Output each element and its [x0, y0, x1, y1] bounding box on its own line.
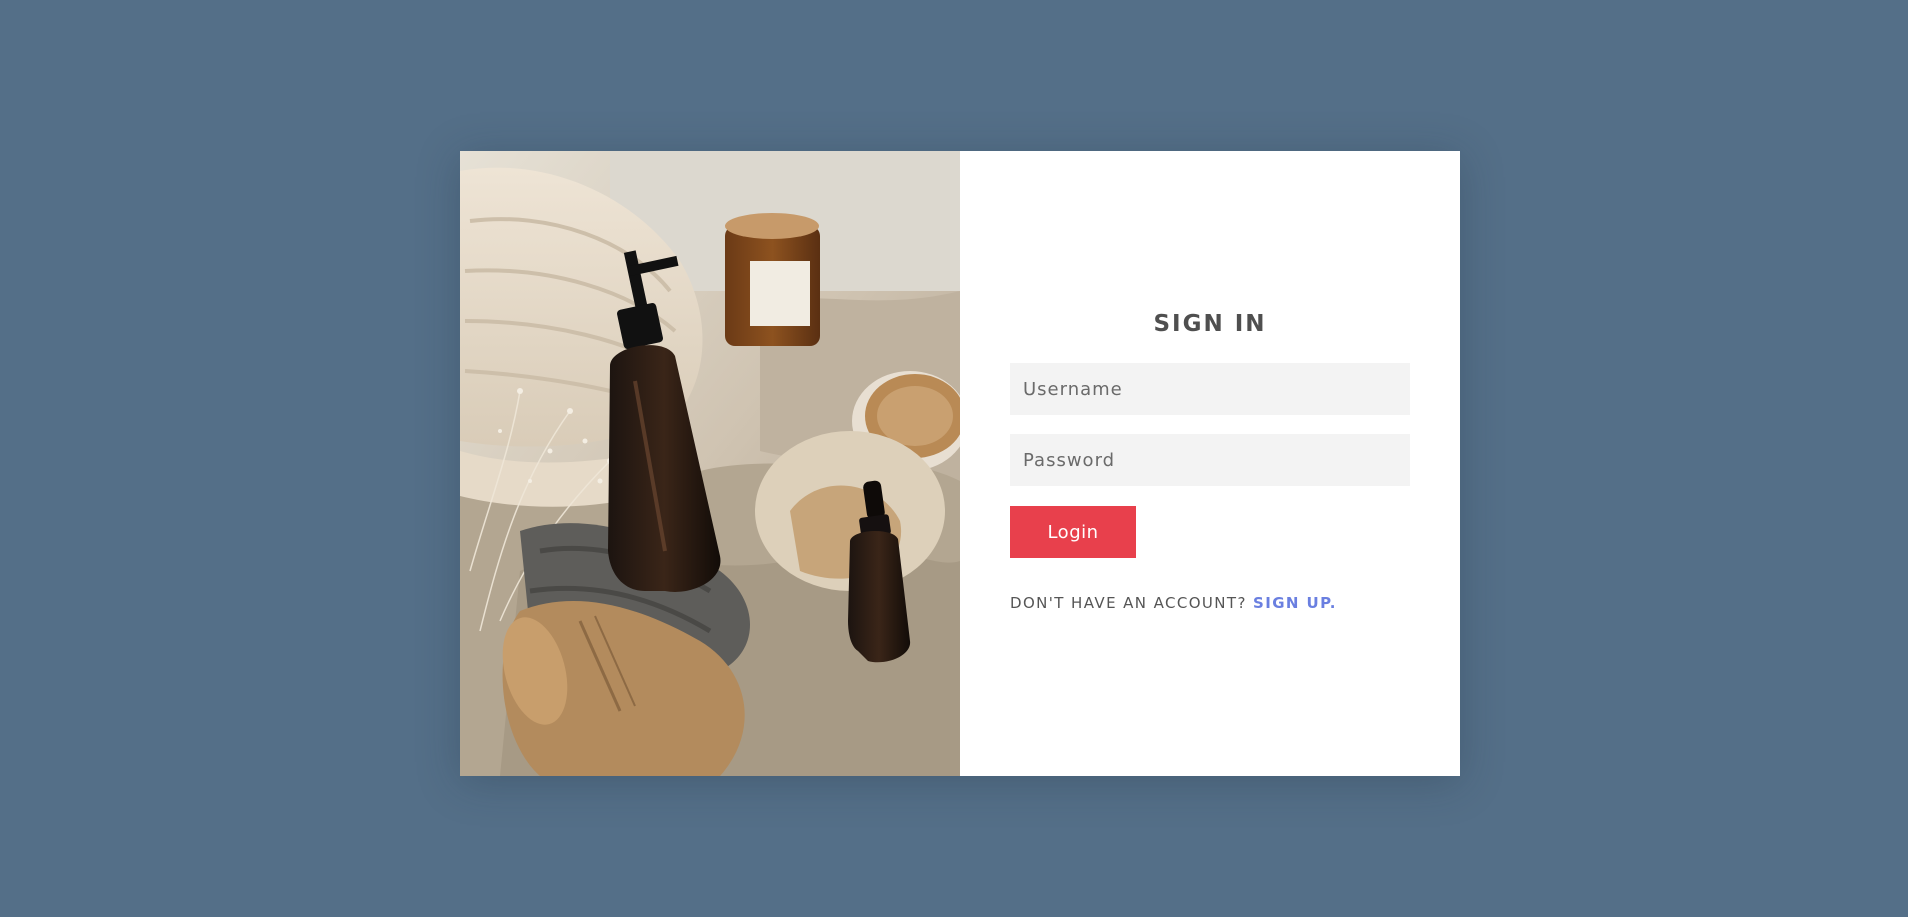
username-input[interactable] — [1010, 363, 1410, 415]
spa-products-photo — [460, 151, 960, 776]
sign-in-form: SIGN IN Login DON'T HAVE AN ACCOUNT? SIG… — [960, 151, 1460, 776]
login-card: SIGN IN Login DON'T HAVE AN ACCOUNT? SIG… — [460, 151, 1460, 776]
no-account-text: DON'T HAVE AN ACCOUNT? — [1010, 594, 1247, 612]
sign-in-title: SIGN IN — [1153, 311, 1267, 337]
login-button[interactable]: Login — [1010, 506, 1136, 558]
signup-prompt: DON'T HAVE AN ACCOUNT? SIGN UP. — [1010, 594, 1410, 612]
sign-up-link[interactable]: SIGN UP. — [1253, 594, 1337, 612]
password-input[interactable] — [1010, 434, 1410, 486]
